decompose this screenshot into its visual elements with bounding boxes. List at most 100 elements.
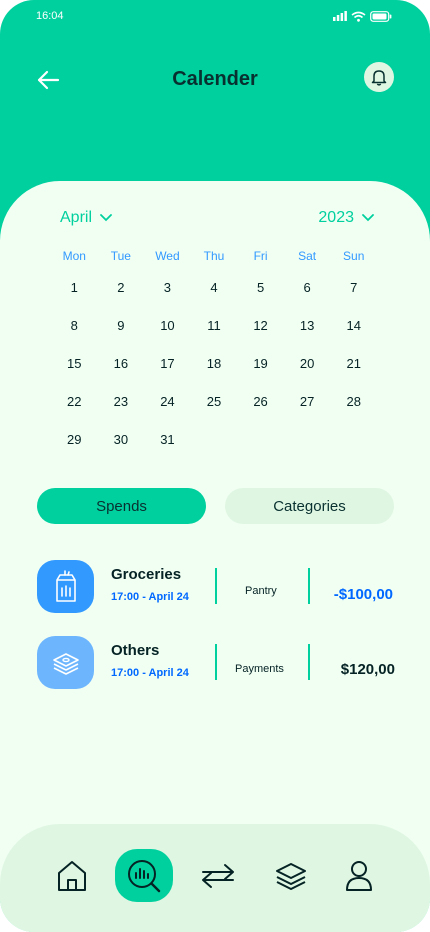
calendar-day[interactable]: 29: [51, 421, 98, 459]
calendar-day[interactable]: 24: [144, 383, 191, 421]
calendar-days: 1 2 3 4 5 6 7 8 9 10 11 12 13 14 15 16 1…: [51, 269, 377, 459]
bell-icon: [371, 70, 387, 86]
weekday-label: Wed: [155, 249, 180, 263]
divider: [215, 644, 217, 680]
calendar-day[interactable]: 8: [51, 307, 98, 345]
status-bar: 16:04: [36, 8, 392, 24]
chevron-down-icon: [100, 214, 112, 222]
year-value: 2023: [318, 209, 354, 226]
nav-home[interactable]: [43, 849, 101, 902]
transaction-item[interactable]: Groceries 17:00 - April 24 Pantry -$100,…: [37, 560, 397, 614]
calendar-day[interactable]: 6: [284, 269, 331, 307]
nav-transactions[interactable]: [189, 849, 247, 902]
transaction-icon-bg: [37, 636, 94, 689]
profile-icon: [346, 860, 372, 891]
calendar-day[interactable]: 27: [284, 383, 331, 421]
calendar-grid: Mon Tue Wed Thu Fri Sat Sun 1 2 3 4 5 6 …: [51, 249, 377, 459]
content-sheet: April 2023 Mon Tue Wed Thu Fri Sat Sun 1: [0, 181, 430, 932]
transaction-icon-bg: [37, 560, 94, 613]
tab-spends[interactable]: Spends: [37, 488, 206, 524]
month-dropdown[interactable]: April: [60, 209, 112, 227]
calendar-day[interactable]: 1: [51, 269, 98, 307]
wifi-icon: [351, 11, 366, 22]
calendar-day[interactable]: 5: [237, 269, 284, 307]
bottom-nav: [0, 824, 430, 932]
weekday-header: Mon Tue Wed Thu Fri Sat Sun: [51, 249, 377, 269]
signal-icon: [333, 11, 347, 21]
transaction-item[interactable]: Others 17:00 - April 24 Payments $120,00: [37, 636, 397, 690]
weekday-label: Thu: [203, 249, 225, 263]
transactions-icon: [202, 863, 234, 888]
weekday-label: Mon: [62, 249, 86, 263]
calendar-day[interactable]: 17: [144, 345, 191, 383]
header: Calender: [0, 60, 430, 100]
calendar-day[interactable]: 21: [330, 345, 377, 383]
status-time: 16:04: [36, 10, 64, 22]
transaction-name: Groceries: [111, 566, 182, 583]
notification-button[interactable]: [364, 62, 394, 92]
status-icons: [333, 10, 392, 22]
nav-analysis[interactable]: [115, 849, 173, 902]
calendar-day[interactable]: 20: [284, 345, 331, 383]
transaction-time: 17:00 - April 24: [111, 667, 189, 679]
transaction-name: Others: [111, 642, 160, 659]
calendar-day[interactable]: 16: [98, 345, 145, 383]
calendar-week: 22 23 24 25 26 27 28: [51, 383, 377, 421]
calendar-day[interactable]: 9: [98, 307, 145, 345]
calendar-day[interactable]: 22: [51, 383, 98, 421]
calendar-day[interactable]: 26: [237, 383, 284, 421]
transaction-category: Pantry: [245, 585, 277, 597]
calendar-day[interactable]: [237, 421, 284, 459]
calendar-day[interactable]: 19: [237, 345, 284, 383]
calendar-week: 1 2 3 4 5 6 7: [51, 269, 377, 307]
calendar-day[interactable]: [191, 421, 238, 459]
analysis-icon: [128, 859, 161, 892]
calendar-day[interactable]: 4: [191, 269, 238, 307]
calendar-week: 8 9 10 11 12 13 14: [51, 307, 377, 345]
grocery-bag-icon: [55, 569, 76, 602]
money-stack-icon: [52, 652, 79, 675]
calendar-day[interactable]: 18: [191, 345, 238, 383]
weekday-label: Sat: [298, 249, 317, 263]
calendar-day[interactable]: 2: [98, 269, 145, 307]
calendar-day[interactable]: 23: [98, 383, 145, 421]
calendar-day[interactable]: 11: [191, 307, 238, 345]
transaction-category: Payments: [235, 663, 284, 675]
weekday-label: Sun: [343, 249, 365, 263]
divider: [308, 568, 310, 604]
calendar-day[interactable]: 25: [191, 383, 238, 421]
chevron-down-icon: [362, 214, 374, 222]
calendar-day[interactable]: 12: [237, 307, 284, 345]
calendar-day[interactable]: 30: [98, 421, 145, 459]
calendar-week: 29 30 31: [51, 421, 377, 459]
app-screen: 16:04 Calender April 2023 Mon Tue Wed Th…: [0, 0, 430, 932]
calendar-week: 15 16 17 18 19 20 21: [51, 345, 377, 383]
calendar-day[interactable]: 15: [51, 345, 98, 383]
month-value: April: [60, 209, 93, 226]
calendar-day[interactable]: 13: [284, 307, 331, 345]
weekday-label: Fri: [253, 249, 268, 263]
categories-icon: [276, 862, 306, 890]
calendar-day[interactable]: 3: [144, 269, 191, 307]
calendar-day[interactable]: 10: [144, 307, 191, 345]
transaction-amount: -$100,00: [333, 586, 393, 603]
calendar-day[interactable]: 28: [330, 383, 377, 421]
calendar-day[interactable]: [284, 421, 331, 459]
transaction-amount: $120,00: [340, 661, 395, 678]
view-tabs: Spends Categories: [37, 488, 394, 524]
date-selectors: April 2023: [60, 209, 374, 227]
nav-profile[interactable]: [330, 849, 388, 902]
nav-categories[interactable]: [262, 849, 320, 902]
divider: [308, 644, 310, 680]
weekday-label: Tue: [110, 249, 131, 263]
home-icon: [58, 860, 86, 891]
battery-icon: [370, 10, 392, 22]
divider: [215, 568, 217, 604]
calendar-day[interactable]: 31: [144, 421, 191, 459]
tab-categories[interactable]: Categories: [225, 488, 394, 524]
calendar-day[interactable]: [330, 421, 377, 459]
calendar-day[interactable]: 14: [330, 307, 377, 345]
transaction-time: 17:00 - April 24: [111, 591, 189, 603]
calendar-day[interactable]: 7: [330, 269, 377, 307]
year-dropdown[interactable]: 2023: [318, 209, 374, 227]
